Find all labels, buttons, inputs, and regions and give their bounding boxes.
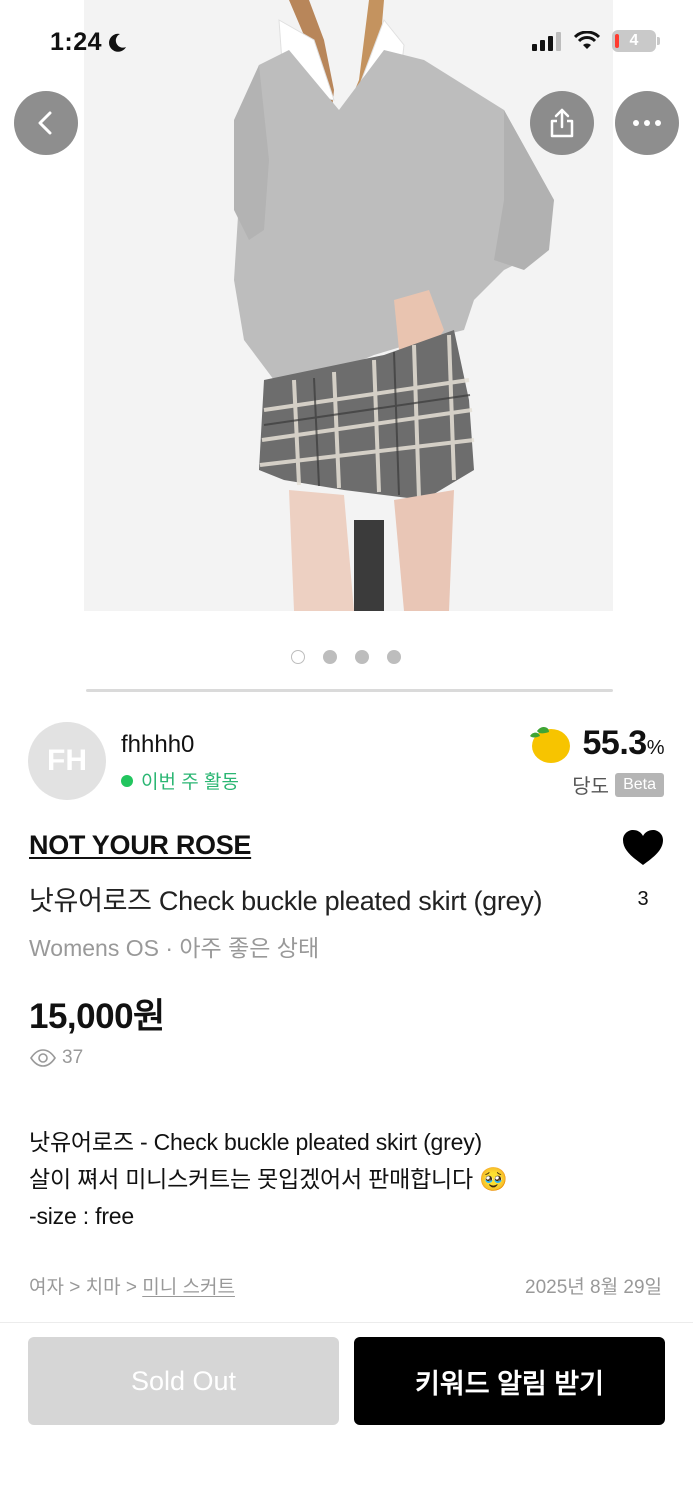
activity-dot xyxy=(121,774,133,787)
wifi-icon xyxy=(574,31,600,49)
description-line-1: 낫유어로즈 - Check buckle pleated skirt (grey… xyxy=(29,1129,482,1155)
breadcrumb-separator: > xyxy=(63,1277,86,1298)
sweetness-value: 55.3% xyxy=(582,723,665,763)
seller-name[interactable]: fhhhh0 xyxy=(121,731,194,759)
category-breadcrumb: 여자 > 치마 > 미니 스커트 xyxy=(29,1272,235,1299)
more-options-button[interactable] xyxy=(615,91,679,155)
description-line-3: -size : free xyxy=(29,1203,134,1229)
breadcrumb-level-2[interactable]: 치마 xyxy=(86,1277,121,1298)
sold-out-button[interactable]: Sold Out xyxy=(28,1337,339,1425)
keyword-alert-button[interactable]: 키워드 알림 받기 xyxy=(354,1337,665,1425)
activity-text: 이번 주 활동 xyxy=(141,772,239,793)
view-count: 37 xyxy=(30,1047,83,1069)
battery-indicator: 4 xyxy=(612,30,656,52)
sweetness-rating[interactable]: 55.3% 당도 Beta xyxy=(527,722,665,799)
gallery-scroll-indicator xyxy=(86,689,613,692)
like-button[interactable] xyxy=(622,829,664,872)
product-title: 낫유어로즈 Check buckle pleated skirt (grey) xyxy=(29,886,543,916)
seller-avatar[interactable]: FH xyxy=(28,722,106,800)
back-button[interactable] xyxy=(14,91,78,155)
product-price: 15,000원 xyxy=(29,997,165,1036)
cellular-signal-icon xyxy=(532,32,561,51)
seller-activity: 이번 주 활동 xyxy=(121,767,239,794)
status-time: 1:24 xyxy=(50,28,128,57)
carousel-dots xyxy=(291,650,401,664)
product-gallery[interactable]: 1:24 4 xyxy=(0,0,693,664)
description-line-2: 살이 쪄서 미니스커트는 못입겠어서 판매합니다 🥹 xyxy=(29,1166,508,1192)
share-icon xyxy=(550,108,574,138)
carousel-dot-2[interactable] xyxy=(323,650,337,664)
carousel-dot-1[interactable] xyxy=(291,650,305,664)
like-count: 3 xyxy=(637,888,649,910)
brand-link[interactable]: NOT YOUR ROSE xyxy=(29,830,251,861)
divider xyxy=(0,1322,693,1323)
listing-date: 2025년 8월 29일 xyxy=(525,1277,662,1298)
breadcrumb-level-1[interactable]: 여자 xyxy=(29,1277,64,1298)
battery-level: 4 xyxy=(629,32,639,49)
view-count-text: 37 xyxy=(62,1047,84,1068)
sweetness-unit: % xyxy=(646,736,665,759)
product-meta: Womens OS · 아주 좋은 상태 xyxy=(29,935,320,961)
carousel-dot-4[interactable] xyxy=(387,650,401,664)
chevron-left-icon xyxy=(38,111,52,135)
avatar-initials: FH xyxy=(47,744,87,777)
product-description: 낫유어로즈 - Check buckle pleated skirt (grey… xyxy=(29,1124,508,1235)
status-time-text: 1:24 xyxy=(50,28,103,56)
lemon-icon xyxy=(529,726,570,763)
sweetness-label: 당도 xyxy=(572,776,610,798)
heart-icon xyxy=(623,830,663,865)
share-button[interactable] xyxy=(530,91,594,155)
beta-badge: Beta xyxy=(615,772,664,797)
carousel-dot-3[interactable] xyxy=(355,650,369,664)
moon-icon xyxy=(109,33,127,52)
breadcrumb-separator: > xyxy=(120,1277,143,1298)
eye-icon xyxy=(30,1049,56,1067)
status-indicators: 4 xyxy=(532,30,660,52)
breadcrumb-level-3[interactable]: 미니 스커트 xyxy=(142,1277,235,1298)
more-icon xyxy=(633,120,661,126)
product-photo[interactable] xyxy=(84,0,613,611)
sweetness-number: 55.3 xyxy=(582,723,648,762)
